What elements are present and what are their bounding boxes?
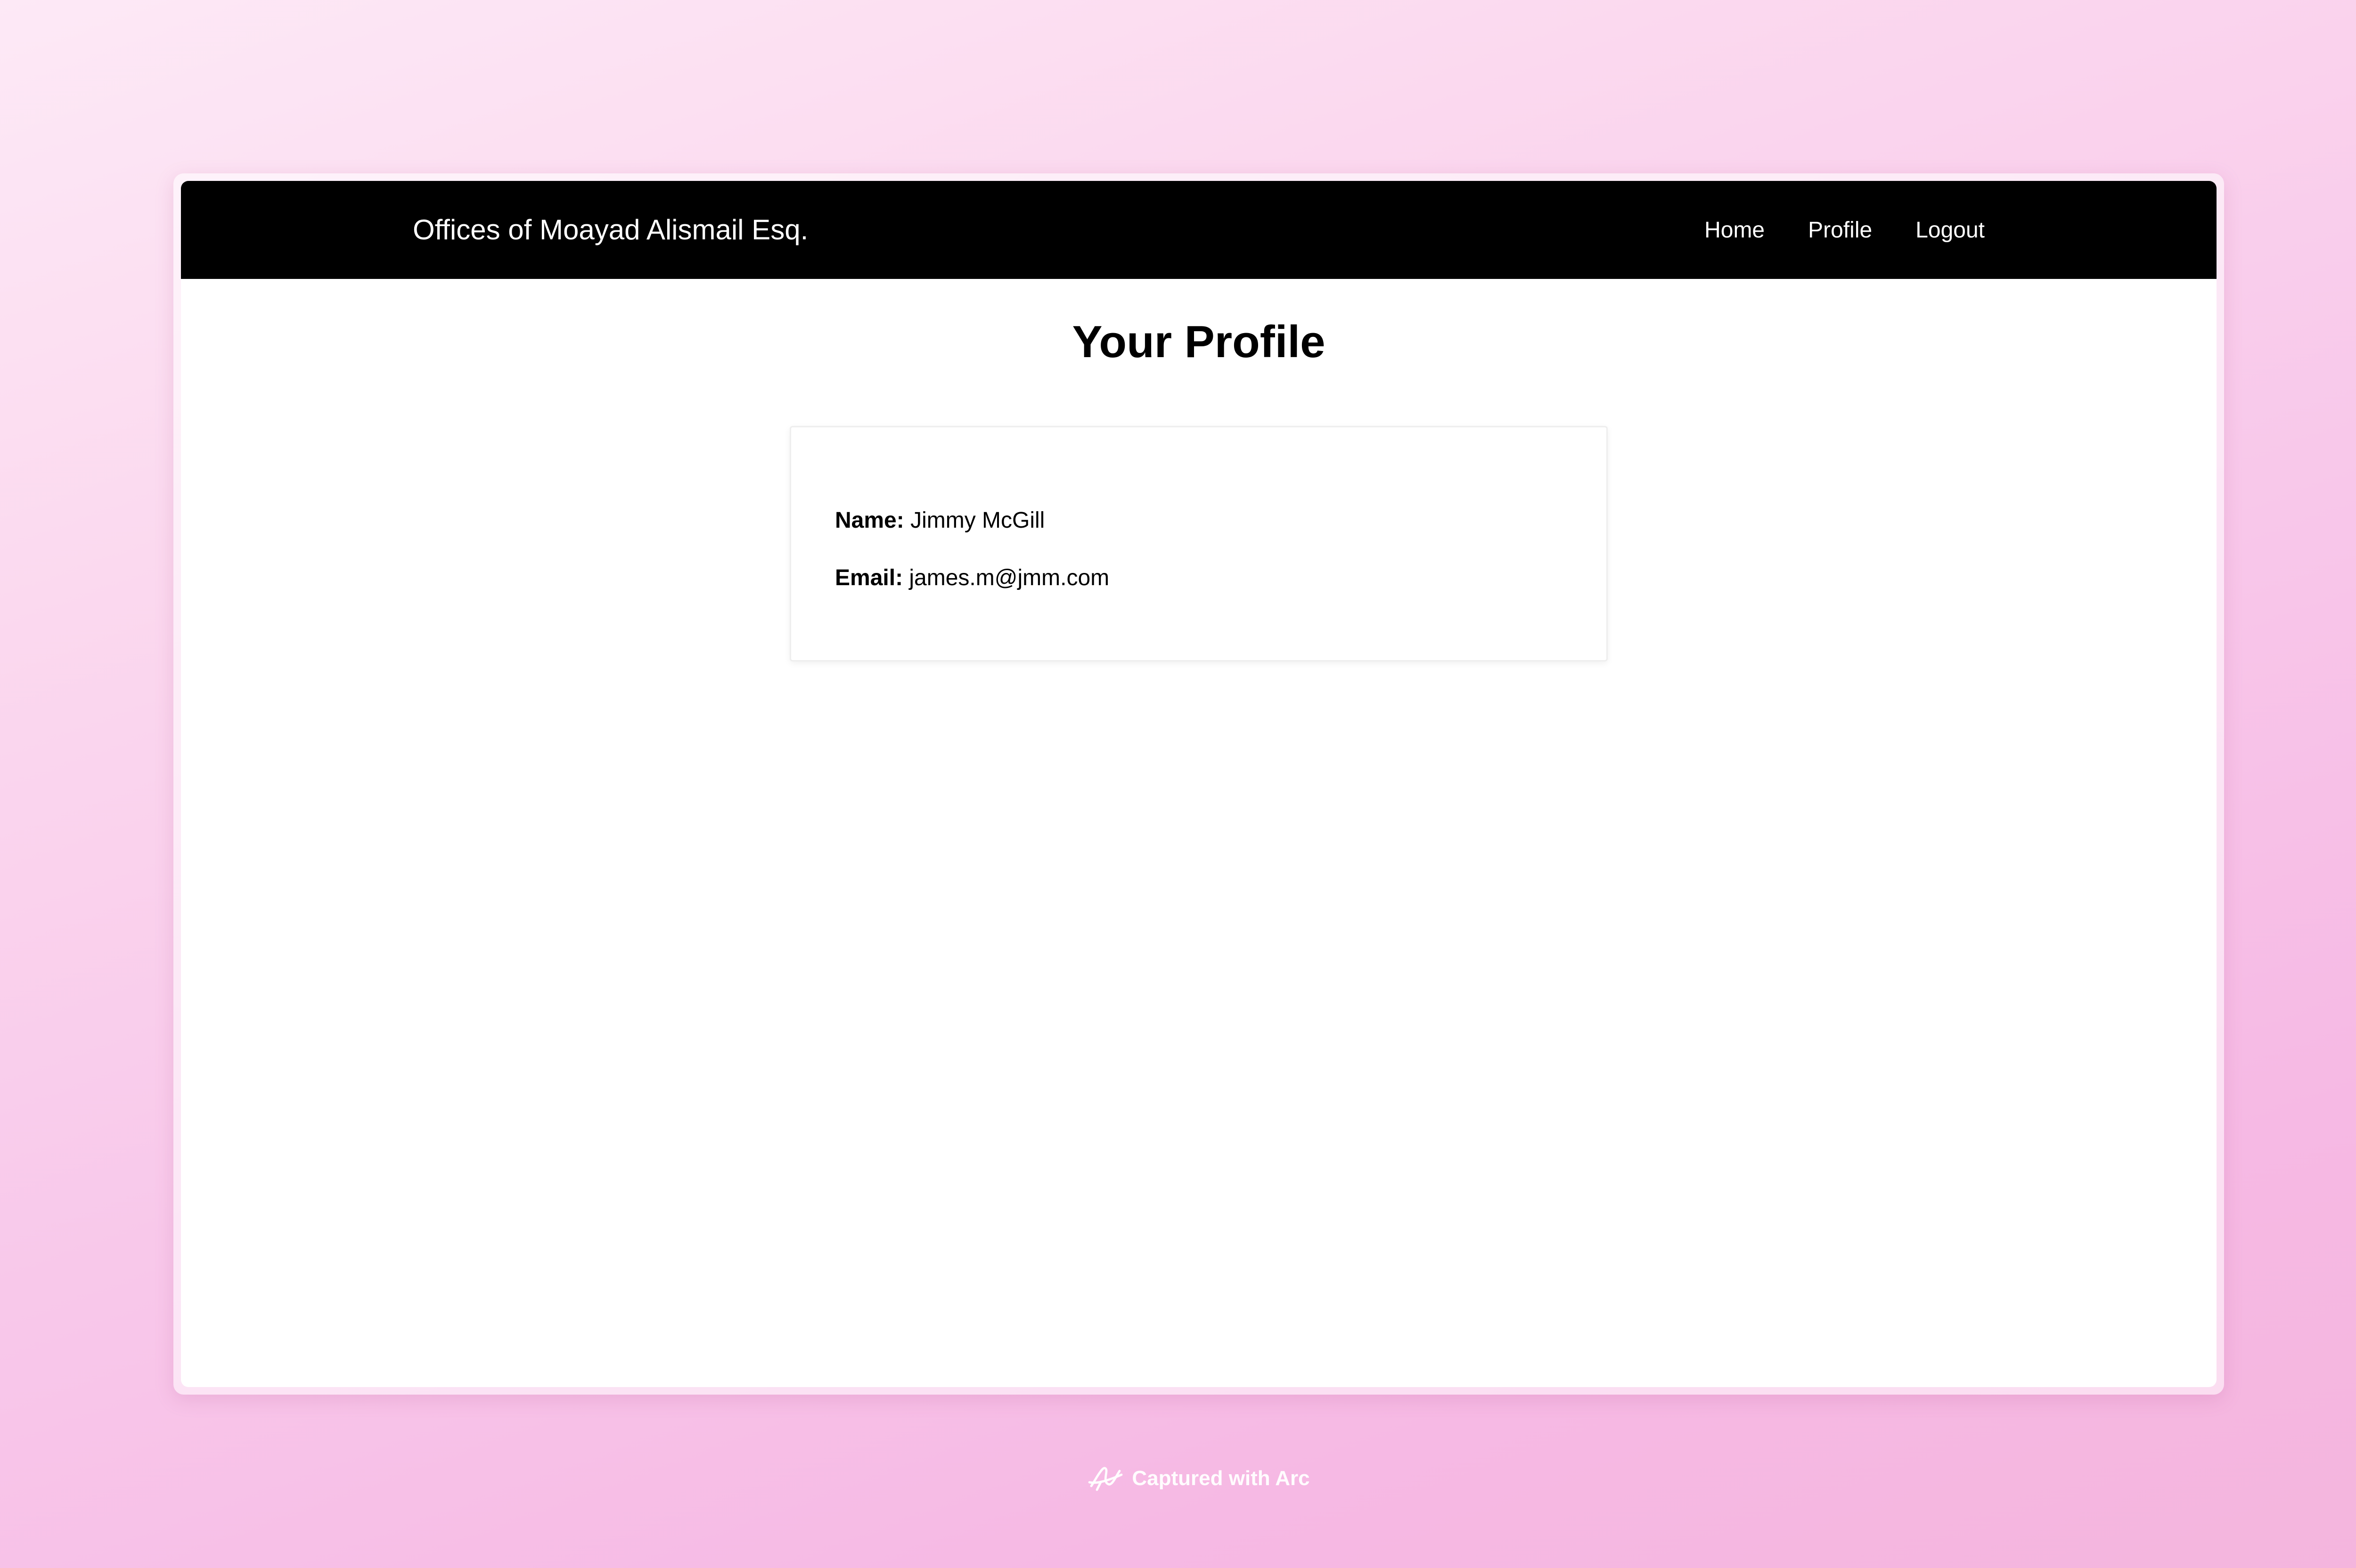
arc-logo-icon [1088,1467,1123,1491]
capture-text: Captured with Arc [1132,1467,1310,1490]
name-label: Name: [835,508,911,533]
nav-link-profile[interactable]: Profile [1808,217,1872,243]
email-value: james.m@jmm.com [909,565,1110,590]
name-value: Jimmy McGill [910,508,1045,533]
profile-name-row: Name: Jimmy McGill [835,507,1045,533]
page-title: Your Profile [1072,317,1325,367]
captured-with-arc-badge: Captured with Arc [0,1463,2356,1494]
nav-links: Home Profile Logout [1704,181,1985,279]
email-label: Email: [835,565,909,590]
browser-viewport: Offices of Moayad Alismail Esq. Home Pro… [181,181,2217,1387]
brand-title[interactable]: Offices of Moayad Alismail Esq. [413,181,808,279]
nav-link-home[interactable]: Home [1704,217,1765,243]
navbar: Offices of Moayad Alismail Esq. Home Pro… [181,181,2217,279]
profile-card: Name: Jimmy McGill Email: james.m@jmm.co… [790,426,1608,662]
profile-email-row: Email: james.m@jmm.com [835,565,1109,591]
nav-link-logout[interactable]: Logout [1915,217,1985,243]
